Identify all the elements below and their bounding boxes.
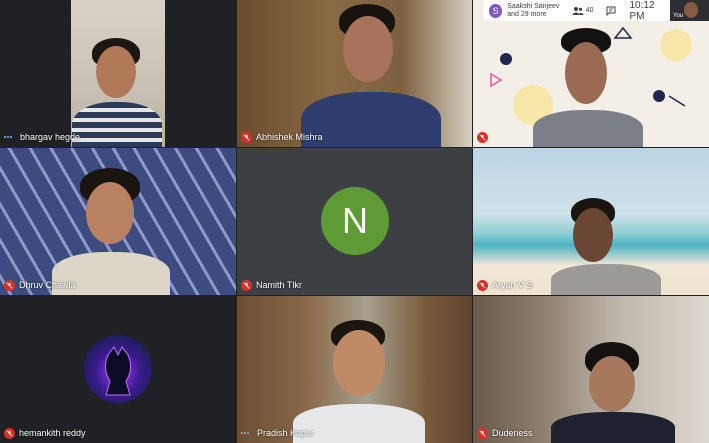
self-video	[684, 2, 698, 18]
chat-button[interactable]	[606, 6, 616, 16]
participant-name: Aryan V S	[492, 280, 533, 290]
participant-name-tag: hemankith reddy	[4, 426, 86, 440]
mic-off-icon	[241, 131, 252, 143]
participant-summary[interactable]: Saakshi Sanjeev and 29 more	[507, 3, 569, 19]
mic-off-icon	[4, 427, 15, 439]
participant-tile[interactable]: Pradish Kapur	[237, 296, 472, 443]
participant-tile[interactable]: hemankith reddy	[0, 296, 236, 443]
people-button[interactable]: 40	[571, 6, 594, 16]
participant-tile[interactable]: Dudeness	[473, 296, 709, 443]
participant-name: Abhishek Mishra	[256, 132, 323, 142]
participant-avatar: S	[489, 3, 503, 18]
participant-initial: S	[492, 5, 499, 16]
participant-video	[72, 30, 162, 147]
participant-name: Pradish Kapur	[257, 428, 315, 438]
participant-name: Dhruv Chawla	[19, 280, 76, 290]
avatar-letter: N	[342, 200, 368, 241]
meeting-time: 10:12 PM	[629, 0, 655, 22]
meeting-top-bar: S Saakshi Sanjeev and 29 more 40 10:12 P…	[483, 0, 670, 22]
participant-name-tag: Abhishek Mishra	[241, 130, 323, 144]
participant-line1: Saakshi Sanjeev	[507, 2, 560, 10]
self-view[interactable]: You	[670, 0, 709, 21]
participant-name-tag: Namith Tlkr	[241, 278, 302, 292]
participant-line2: and 29 more	[507, 10, 547, 18]
participant-video	[543, 198, 663, 295]
participant-video	[293, 320, 425, 443]
participant-name-tag	[477, 130, 492, 144]
participant-tile[interactable]	[473, 0, 709, 147]
talking-indicator-icon	[4, 136, 16, 138]
participant-name: hemankith reddy	[19, 428, 86, 438]
participant-video	[551, 342, 675, 443]
participant-video	[533, 22, 653, 147]
participant-name-tag: Pradish Kapur	[241, 426, 314, 440]
participant-name-tag: Aryan V S	[477, 278, 533, 292]
mic-off-icon	[477, 131, 488, 143]
participant-video	[52, 168, 170, 295]
participant-tile[interactable]: Abhishek Mishra	[237, 0, 472, 147]
avatar	[84, 335, 152, 403]
mic-off-icon	[477, 279, 488, 291]
participant-tile[interactable]: Aryan V S	[473, 148, 709, 295]
mic-off-icon	[477, 427, 488, 439]
chat-icon	[606, 6, 615, 16]
participant-tile[interactable]: N Namith Tlkr	[237, 148, 472, 295]
participant-name: Dudeness	[492, 428, 533, 438]
people-count: 40	[585, 7, 594, 14]
participant-name: bhargav hegde	[20, 132, 81, 142]
participant-name-tag: Dudeness	[477, 426, 533, 440]
participant-name-tag: Dhruv Chawla	[4, 278, 76, 292]
participant-name: Namith Tlkr	[256, 280, 302, 290]
participant-name-tag: bhargav hegde	[4, 130, 80, 144]
avatar: N	[321, 187, 389, 255]
mic-off-icon	[241, 279, 252, 291]
participant-tile[interactable]: bhargav hegde	[0, 0, 236, 147]
self-label: You	[673, 13, 684, 19]
participant-video	[299, 4, 449, 147]
people-icon	[571, 6, 584, 15]
talking-indicator-icon	[241, 432, 253, 434]
mic-off-icon	[4, 279, 15, 291]
participant-tile[interactable]: Dhruv Chawla	[0, 148, 236, 295]
